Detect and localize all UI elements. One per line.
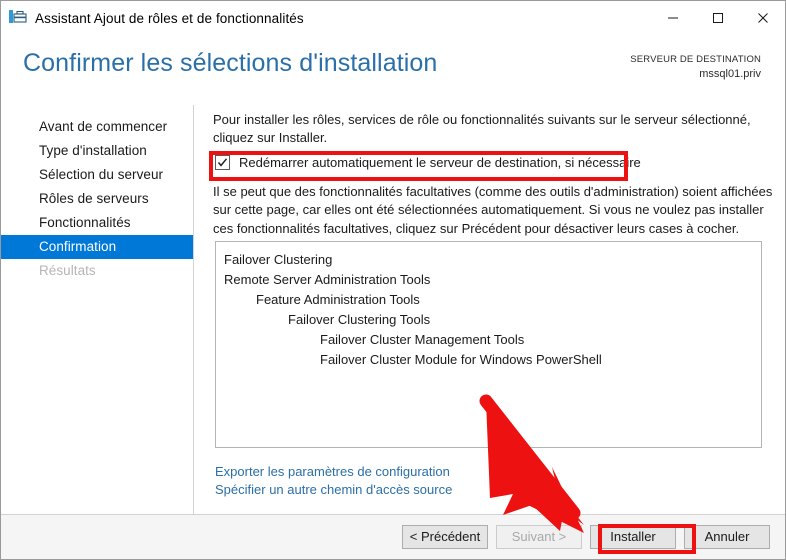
sidebar-item-fonctionnalites[interactable]: Fonctionnalités (1, 211, 193, 235)
list-item: Failover Cluster Module for Windows Powe… (320, 352, 602, 367)
wizard-footer: < Précédent Suivant > Installer Annuler (1, 515, 785, 559)
wizard-steps-sidebar: Avant de commencer Type d'installation S… (1, 105, 194, 514)
list-item: Failover Clustering (224, 252, 333, 267)
list-item: Feature Administration Tools (256, 292, 420, 307)
restart-checkbox-row[interactable]: Redémarrer automatiquement le serveur de… (215, 155, 641, 170)
list-item: Failover Cluster Management Tools (320, 332, 525, 347)
list-item: Remote Server Administration Tools (224, 272, 431, 287)
install-button[interactable]: Installer (590, 525, 676, 549)
export-config-link[interactable]: Exporter les paramètres de configuration (215, 463, 452, 481)
maximize-button[interactable] (695, 1, 740, 35)
wizard-links: Exporter les paramètres de configuration… (215, 463, 452, 499)
server-manager-icon (9, 10, 27, 23)
optional-features-note: Il se peut que des fonctionnalités facul… (213, 184, 773, 236)
destination-server-block: SERVEUR DE DESTINATION mssql01.priv (630, 53, 761, 83)
destination-server-name: mssql01.priv (699, 67, 761, 80)
sidebar-item-confirmation[interactable]: Confirmation (1, 235, 193, 259)
previous-button[interactable]: < Précédent (402, 525, 488, 549)
main-content: Pour installer les rôles, services de rô… (195, 105, 785, 514)
page-title: Confirmer les sélections d'installation (23, 49, 438, 77)
sidebar-item-type-installation[interactable]: Type d'installation (1, 139, 193, 163)
selected-features-list[interactable]: Failover Clustering Remote Server Admini… (215, 241, 762, 448)
minimize-button[interactable] (650, 1, 695, 35)
restart-checkbox[interactable] (215, 155, 230, 170)
close-icon (757, 13, 768, 23)
wizard-window: Assistant Ajout de rôles et de fonctionn… (0, 0, 786, 560)
page-header: Confirmer les sélections d'installation … (1, 35, 785, 101)
checkmark-icon (217, 158, 228, 167)
title-bar: Assistant Ajout de rôles et de fonctionn… (1, 1, 785, 35)
sidebar-item-selection-serveur[interactable]: Sélection du serveur (1, 163, 193, 187)
intro-text: Pour installer les rôles, services de rô… (213, 112, 751, 146)
cancel-button[interactable]: Annuler (684, 525, 770, 549)
footer-buttons: < Précédent Suivant > Installer Annuler (402, 525, 770, 549)
maximize-icon (712, 13, 723, 23)
sidebar-item-roles-serveurs[interactable]: Rôles de serveurs (1, 187, 193, 211)
window-controls (650, 1, 785, 35)
next-button: Suivant > (496, 525, 582, 549)
minimize-icon (667, 17, 678, 19)
sidebar-item-avant-de-commencer[interactable]: Avant de commencer (1, 115, 193, 139)
destination-server-label: SERVEUR DE DESTINATION (630, 54, 761, 65)
sidebar-item-resultats: Résultats (39, 263, 96, 278)
alternate-source-path-link[interactable]: Spécifier un autre chemin d'accès source (215, 481, 452, 499)
window-title: Assistant Ajout de rôles et de fonctionn… (35, 10, 304, 26)
close-button[interactable] (740, 1, 785, 35)
restart-checkbox-label: Redémarrer automatiquement le serveur de… (239, 155, 641, 170)
list-item: Failover Clustering Tools (288, 312, 431, 327)
